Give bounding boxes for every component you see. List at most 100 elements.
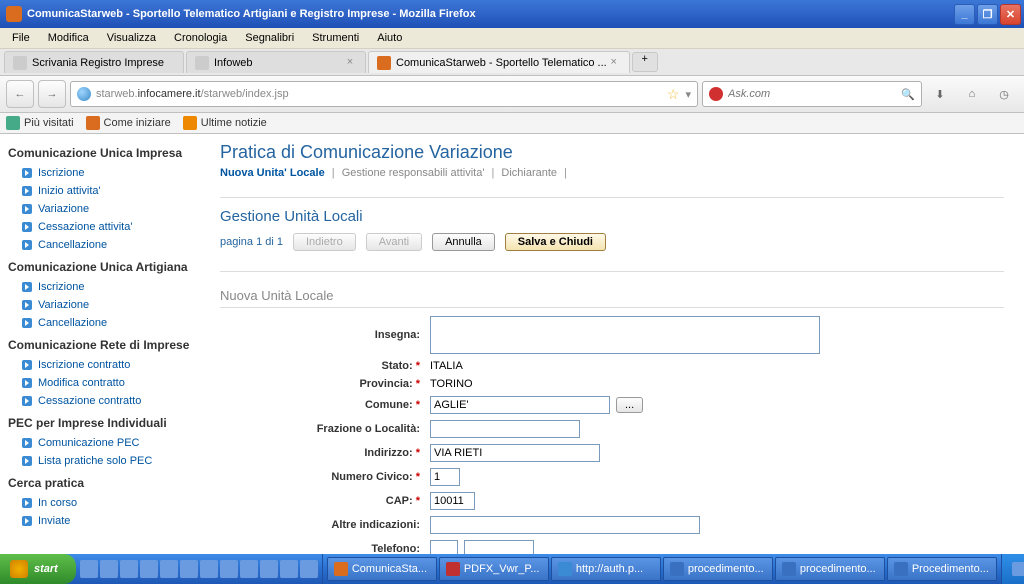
- sidebar-item[interactable]: Cancellazione: [8, 314, 192, 332]
- search-input[interactable]: [728, 88, 901, 100]
- quick-launch-icon[interactable]: [200, 560, 218, 578]
- forward-button[interactable]: →: [38, 80, 66, 108]
- bullet-icon: [22, 516, 32, 526]
- altre-input[interactable]: [430, 516, 700, 534]
- menu-file[interactable]: File: [4, 30, 38, 46]
- taskbar-task[interactable]: ComunicaSta...: [327, 557, 437, 581]
- subsection-title: Nuova Unità Locale: [220, 288, 1004, 308]
- breadcrumb-item[interactable]: Gestione responsabili attivita': [342, 167, 485, 179]
- cap-input[interactable]: [430, 492, 475, 510]
- bullet-icon: [22, 222, 32, 232]
- maximize-button[interactable]: ❐: [977, 4, 998, 25]
- tray-icon[interactable]: [1012, 562, 1024, 576]
- bullet-icon: [22, 438, 32, 448]
- sidebar-item[interactable]: Cessazione contratto: [8, 392, 192, 410]
- tab-2-active[interactable]: ComunicaStarweb - Sportello Telematico .…: [368, 51, 630, 73]
- breadcrumb-current[interactable]: Nuova Unita' Locale: [220, 167, 325, 179]
- sidebar-item[interactable]: Lista pratiche solo PEC: [8, 452, 192, 470]
- tab-0[interactable]: Scrivania Registro Imprese: [4, 51, 184, 73]
- sidebar-item[interactable]: Comunicazione PEC: [8, 434, 192, 452]
- sidebar-item[interactable]: Cessazione attivita': [8, 218, 192, 236]
- prev-button[interactable]: Indietro: [293, 233, 356, 251]
- save-close-button[interactable]: Salva e Chiudi: [505, 233, 606, 251]
- sidebar-item[interactable]: Variazione: [8, 200, 192, 218]
- address-bar[interactable]: starweb.infocamere.it/starweb/index.jsp …: [70, 81, 698, 107]
- home-icon[interactable]: ⌂: [958, 80, 986, 108]
- breadcrumb-item[interactable]: Dichiarante: [501, 167, 557, 179]
- provincia-value: TORINO: [430, 378, 1004, 390]
- civico-input[interactable]: [430, 468, 460, 486]
- tab-1[interactable]: Infoweb ×: [186, 51, 366, 73]
- sidebar-item[interactable]: Variazione: [8, 296, 192, 314]
- cancel-button[interactable]: Annulla: [432, 233, 495, 251]
- form: Insegna: Stato: * ITALIA Provincia: * TO…: [220, 316, 1004, 554]
- menu-history[interactable]: Cronologia: [166, 30, 235, 46]
- menu-edit[interactable]: Modifica: [40, 30, 97, 46]
- taskbar-task[interactable]: procedimento...: [663, 557, 773, 581]
- next-button[interactable]: Avanti: [366, 233, 422, 251]
- quick-launch-icon[interactable]: [120, 560, 138, 578]
- label-provincia: Provincia: *: [220, 378, 420, 390]
- back-button[interactable]: ←: [6, 80, 34, 108]
- minimize-button[interactable]: _: [954, 4, 975, 25]
- start-button[interactable]: start: [0, 554, 76, 584]
- sidebar-item[interactable]: In corso: [8, 494, 192, 512]
- quick-launch-icon[interactable]: [240, 560, 258, 578]
- bookmark-most-visited[interactable]: Più visitati: [6, 116, 74, 130]
- taskbar-task[interactable]: Procedimento...: [887, 557, 997, 581]
- page-title: Pratica di Comunicazione Variazione: [220, 142, 1004, 163]
- quick-launch-icon[interactable]: [140, 560, 158, 578]
- new-tab-button[interactable]: +: [632, 52, 658, 72]
- dropdown-icon[interactable]: ▾: [685, 88, 691, 101]
- taskbar-task[interactable]: PDFX_Vwr_P...: [439, 557, 549, 581]
- close-tab-icon[interactable]: ×: [343, 56, 357, 70]
- window-titlebar: ComunicaStarweb - Sportello Telematico A…: [0, 0, 1024, 28]
- quick-launch-icon[interactable]: [100, 560, 118, 578]
- sidebar-item[interactable]: Iscrizione: [8, 278, 192, 296]
- history-icon[interactable]: ◷: [990, 80, 1018, 108]
- sidebar-group: Comunicazione Rete di Imprese: [8, 338, 192, 352]
- taskbar-task[interactable]: procedimento...: [775, 557, 885, 581]
- page-icon: [13, 56, 27, 70]
- menu-tools[interactable]: Strumenti: [304, 30, 367, 46]
- bookmark-latest-news[interactable]: Ultime notizie: [183, 116, 267, 130]
- sidebar-item[interactable]: Modifica contratto: [8, 374, 192, 392]
- sidebar-item[interactable]: Inviate: [8, 512, 192, 530]
- task-icon: [334, 562, 348, 576]
- telefono-input[interactable]: [464, 540, 534, 554]
- task-icon: [558, 562, 572, 576]
- globe-icon: [77, 87, 91, 101]
- sidebar-item[interactable]: Cancellazione: [8, 236, 192, 254]
- sidebar-item[interactable]: Iscrizione contratto: [8, 356, 192, 374]
- quick-launch-icon[interactable]: [260, 560, 278, 578]
- comune-input[interactable]: [430, 396, 610, 414]
- pager-row: pagina 1 di 1 Indietro Avanti Annulla Sa…: [220, 233, 1004, 251]
- sidebar-item[interactable]: Iscrizione: [8, 164, 192, 182]
- insegna-textarea[interactable]: [430, 316, 820, 354]
- indirizzo-input[interactable]: [430, 444, 600, 462]
- menu-bookmarks[interactable]: Segnalibri: [237, 30, 302, 46]
- quick-launch-icon[interactable]: [80, 560, 98, 578]
- sidebar-item[interactable]: Inizio attivita': [8, 182, 192, 200]
- page-icon: [195, 56, 209, 70]
- search-icon[interactable]: 🔍: [901, 88, 915, 101]
- quick-launch-icon[interactable]: [180, 560, 198, 578]
- close-button[interactable]: ✕: [1000, 4, 1021, 25]
- quick-launch-icon[interactable]: [280, 560, 298, 578]
- menu-help[interactable]: Aiuto: [369, 30, 410, 46]
- quick-launch-icon[interactable]: [300, 560, 318, 578]
- frazione-input[interactable]: [430, 420, 580, 438]
- quick-launch-icon[interactable]: [220, 560, 238, 578]
- bookmark-getting-started[interactable]: Come iniziare: [86, 116, 171, 130]
- search-bar[interactable]: 🔍: [702, 81, 922, 107]
- close-tab-icon[interactable]: ×: [607, 56, 621, 70]
- menu-view[interactable]: Visualizza: [99, 30, 164, 46]
- quick-launch-icon[interactable]: [160, 560, 178, 578]
- taskbar-task[interactable]: http://auth.p...: [551, 557, 661, 581]
- bookmark-star-icon[interactable]: ☆: [667, 86, 680, 103]
- download-icon[interactable]: ⬇: [926, 80, 954, 108]
- comune-lookup-button[interactable]: ...: [616, 397, 643, 413]
- system-tray: 16.17: [1001, 554, 1024, 584]
- page-content: Comunicazione Unica Impresa Iscrizione I…: [0, 134, 1024, 554]
- telefono-prefix-input[interactable]: [430, 540, 458, 554]
